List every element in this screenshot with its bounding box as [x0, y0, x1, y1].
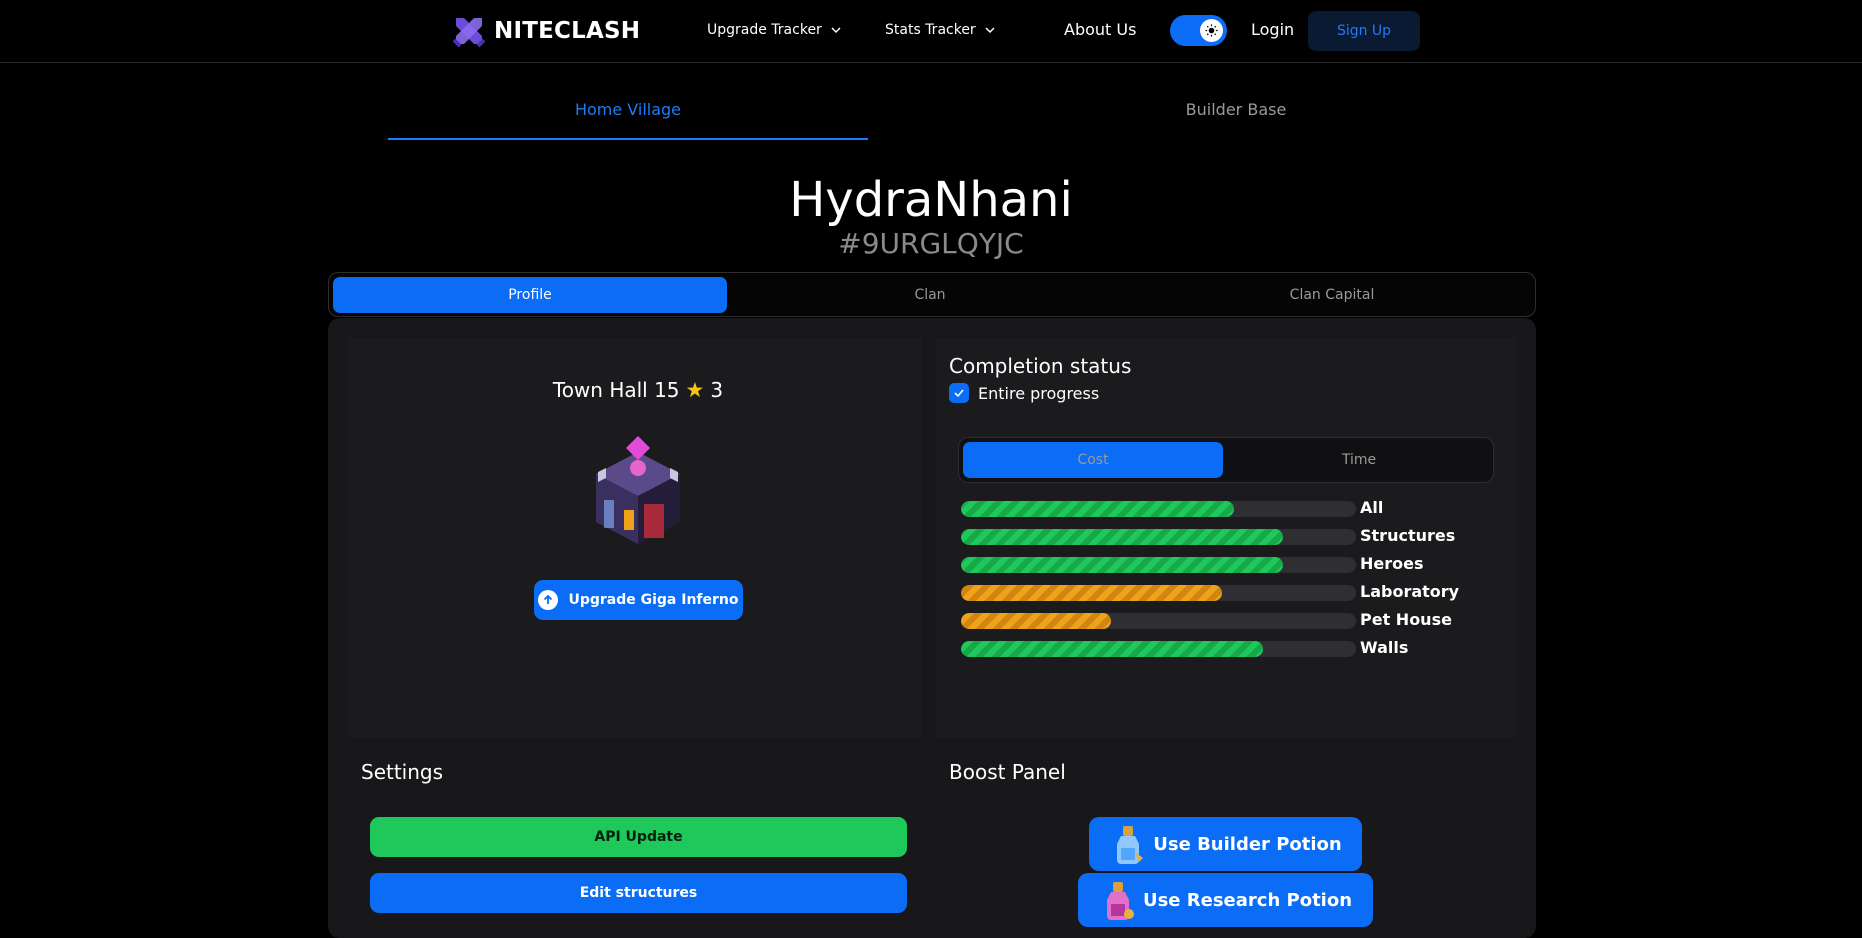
brand[interactable]: NITECLASH	[452, 14, 640, 48]
town-hall-image	[596, 436, 680, 544]
entire-progress-checkbox[interactable]: Entire progress	[949, 383, 1099, 403]
cost-time-tabs: Cost Time	[958, 437, 1494, 483]
tab-cost[interactable]: Cost	[963, 442, 1223, 478]
progress-track	[961, 557, 1356, 573]
chevron-down-icon	[831, 27, 841, 34]
progress-fill	[961, 529, 1283, 545]
progress-row: Walls	[961, 637, 1481, 665]
player-tag: #9URGLQYJC	[838, 227, 1024, 260]
town-hall-stars: 3	[710, 378, 724, 402]
tab-clan[interactable]: Clan	[733, 277, 1127, 313]
completion-title: Completion status	[949, 354, 1132, 378]
tab-home-village[interactable]: Home Village	[388, 100, 868, 140]
star-icon: ★	[685, 378, 705, 402]
nav-stats-tracker[interactable]: Stats Tracker	[885, 22, 996, 38]
tab-builder-base[interactable]: Builder Base	[996, 100, 1476, 119]
check-icon[interactable]	[949, 383, 969, 403]
signup-button[interactable]: Sign Up	[1308, 11, 1420, 51]
arrow-up-circle-icon	[538, 590, 559, 610]
progress-fill	[961, 613, 1112, 629]
use-builder-potion-button[interactable]: Use Builder Potion	[1089, 817, 1362, 871]
tab-clan-capital[interactable]: Clan Capital	[1135, 277, 1529, 313]
progress-track	[961, 613, 1356, 629]
progress-label: Laboratory	[1360, 582, 1460, 601]
progress-row: Structures	[961, 525, 1481, 553]
progress-label: Heroes	[1360, 554, 1424, 573]
crossed-swords-logo-icon	[452, 18, 486, 48]
top-navbar: NITECLASH Upgrade Tracker Stats Tracker …	[0, 0, 1862, 63]
nav-upgrade-tracker[interactable]: Upgrade Tracker	[707, 22, 842, 38]
tab-time[interactable]: Time	[1229, 442, 1489, 478]
builder-potion-icon	[1117, 826, 1144, 864]
toggle-knob	[1200, 19, 1223, 42]
entire-progress-label: Entire progress	[978, 383, 1100, 403]
upgrade-button-label: Upgrade Giga Inferno	[568, 592, 739, 608]
login-link[interactable]: Login	[1251, 20, 1294, 39]
research-potion-icon	[1106, 882, 1134, 920]
builder-potion-label: Use Builder Potion	[1153, 833, 1342, 855]
theme-toggle[interactable]	[1170, 15, 1227, 46]
progress-track	[961, 501, 1356, 517]
nav-upgrade-tracker-label: Upgrade Tracker	[707, 22, 822, 38]
progress-bars: All Structures Heroes Laboratory Pet House Wa…	[961, 497, 1481, 665]
progress-track	[961, 641, 1356, 657]
upgrade-giga-inferno-button[interactable]: Upgrade Giga Inferno	[534, 580, 743, 620]
progress-row: Pet House	[961, 609, 1481, 637]
api-update-button[interactable]: API Update	[370, 817, 907, 857]
nav-about-us[interactable]: About Us	[1064, 20, 1136, 39]
progress-row: All	[961, 497, 1481, 525]
brand-name: NITECLASH	[494, 18, 641, 44]
tab-profile[interactable]: Profile	[333, 277, 727, 313]
sun-icon	[1205, 24, 1218, 37]
progress-fill	[961, 641, 1264, 657]
research-potion-label: Use Research Potion	[1142, 889, 1353, 911]
progress-label: All	[1360, 498, 1384, 517]
player-name: HydraNhani	[789, 172, 1073, 228]
boost-panel-title: Boost Panel	[949, 760, 1066, 784]
chevron-down-icon	[985, 27, 995, 34]
progress-row: Laboratory	[961, 581, 1481, 609]
progress-label: Pet House	[1360, 610, 1452, 629]
progress-label: Walls	[1360, 638, 1409, 657]
progress-label: Structures	[1360, 526, 1456, 545]
nav-stats-tracker-label: Stats Tracker	[885, 22, 976, 38]
town-hall-title: Town Hall 15 ★ 3	[548, 378, 728, 402]
progress-fill	[961, 585, 1222, 601]
progress-fill	[961, 501, 1234, 517]
town-hall-label: Town Hall 15	[552, 378, 680, 402]
use-research-potion-button[interactable]: Use Research Potion	[1078, 873, 1373, 927]
profile-tabs: Profile Clan Clan Capital	[328, 272, 1536, 317]
progress-row: Heroes	[961, 553, 1481, 581]
settings-title: Settings	[361, 760, 444, 784]
progress-track	[961, 585, 1356, 601]
progress-fill	[961, 557, 1283, 573]
edit-structures-button[interactable]: Edit structures	[370, 873, 907, 913]
progress-track	[961, 529, 1356, 545]
